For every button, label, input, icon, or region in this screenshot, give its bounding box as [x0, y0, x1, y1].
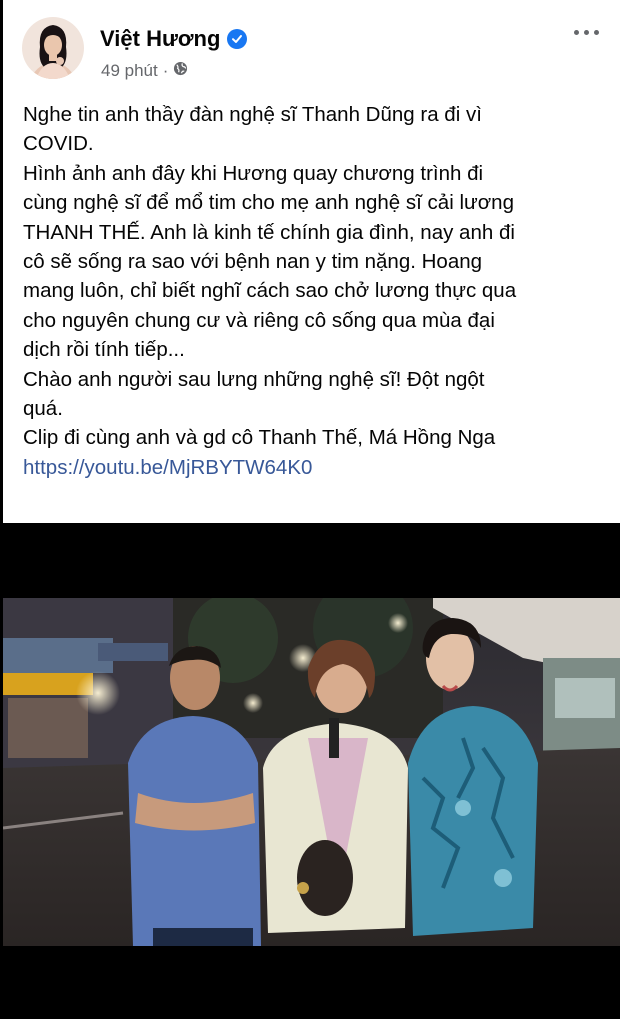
author-name-text[interactable]: Việt Hương — [100, 26, 220, 52]
left-edge — [0, 0, 3, 523]
post-line: cô sẽ sống ra sao với bệnh nan y tim nặn… — [23, 250, 483, 274]
post-line: COVID. — [23, 132, 94, 156]
post-line: Clip đi cùng anh và gd cô Thanh Thế, Má … — [23, 426, 496, 450]
author-name[interactable]: Việt Hương — [100, 26, 248, 52]
globe-icon[interactable] — [173, 61, 188, 81]
verified-badge-icon — [227, 29, 248, 49]
post-line: cho nguyên chung cư và riêng cô sống qua… — [23, 308, 495, 332]
post-line: Hình ảnh anh đây khi Hương quay chương t… — [23, 161, 484, 185]
post-line: quá. — [23, 397, 63, 421]
avatar[interactable] — [22, 17, 84, 79]
post-line: mang luôn, chỉ biết nghĩ cách sao chở lư… — [23, 279, 517, 303]
post-line: Nghe tin anh thầy đàn nghệ sĩ Thanh Dũng… — [23, 103, 482, 126]
post-card: Việt Hương 49 phút · Nghe tin anh thầy đ… — [0, 0, 620, 523]
more-options-icon[interactable] — [570, 22, 602, 42]
post-line: THANH THẾ. Anh là kinh tế chính gia đình… — [23, 220, 515, 244]
post-line: dịch rồi tính tiếp... — [23, 338, 185, 362]
post-line: cùng nghệ sĩ để mổ tim cho mẹ anh nghệ s… — [23, 191, 514, 215]
post-link[interactable]: https://youtu.be/MjRBYTW64K0 — [23, 456, 312, 479]
post-photo[interactable] — [2, 578, 620, 946]
post-line: Chào anh người sau lưng những nghệ sĩ! Đ… — [23, 367, 485, 391]
post-meta: 49 phút · — [101, 61, 188, 81]
post-text: Nghe tin anh thầy đàn nghệ sĩ Thanh Dũng… — [23, 100, 608, 482]
meta-separator: · — [162, 61, 169, 80]
post-time[interactable]: 49 phút — [101, 61, 158, 81]
